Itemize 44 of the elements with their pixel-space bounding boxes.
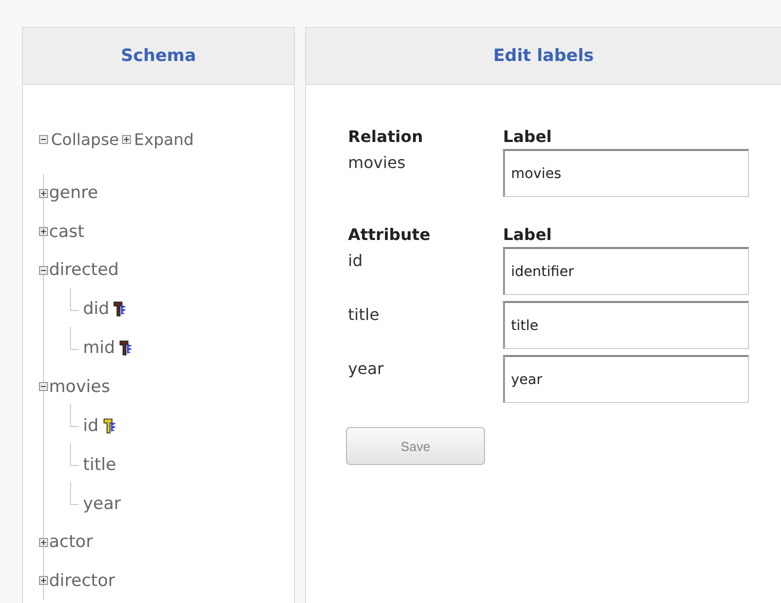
attribute-name: year <box>348 358 385 378</box>
tree-item[interactable]: cast <box>49 222 84 242</box>
tree-connector <box>70 482 79 505</box>
label-field[interactable]: year <box>503 355 749 403</box>
label-field[interactable]: title <box>503 301 749 349</box>
label-field[interactable]: movies <box>503 149 749 197</box>
tree-item[interactable]: year <box>83 494 121 514</box>
tree-connector <box>70 404 79 427</box>
tree-item[interactable]: did <box>83 299 110 319</box>
tree-item[interactable]: directed <box>49 260 119 280</box>
expand-link[interactable]: Expand <box>134 130 194 149</box>
expand-icon[interactable] <box>39 538 48 547</box>
save-button[interactable]: Save <box>346 427 485 465</box>
collapse-icon[interactable] <box>39 266 48 275</box>
column-heading: Label <box>503 127 553 148</box>
label-field[interactable]: identifier <box>503 247 749 295</box>
column-heading: Relation <box>348 127 424 148</box>
expand-icon[interactable] <box>39 576 48 586</box>
collapse-link[interactable]: Collapse <box>51 130 119 149</box>
tree-connector <box>70 443 79 466</box>
collapse-icon[interactable] <box>39 135 48 144</box>
tree-item[interactable]: id <box>83 416 99 436</box>
relation-name: movies <box>348 152 406 172</box>
key-icon <box>119 340 134 356</box>
collapse-icon[interactable] <box>39 382 48 392</box>
expand-icon[interactable] <box>122 135 131 144</box>
expand-icon[interactable] <box>39 188 48 198</box>
tree-item[interactable]: movies <box>49 376 110 397</box>
panel-title: Edit labels <box>493 46 594 66</box>
tree-item[interactable]: actor <box>49 532 93 552</box>
tree-item[interactable]: director <box>49 570 115 591</box>
key-icon <box>113 301 128 317</box>
column-heading: Label <box>503 225 553 246</box>
panel-title: Schema <box>120 46 196 66</box>
expand-icon[interactable] <box>39 227 48 236</box>
tree-item[interactable]: genre <box>49 183 98 204</box>
tree-connector <box>70 288 79 310</box>
column-heading: Attribute <box>348 225 432 246</box>
attribute-name: title <box>348 304 380 324</box>
key-icon <box>102 418 117 434</box>
tree-item[interactable]: title <box>83 454 116 474</box>
attribute-name: id <box>348 250 364 270</box>
tree-item[interactable]: mid <box>83 338 116 358</box>
tree-connector <box>70 326 79 350</box>
